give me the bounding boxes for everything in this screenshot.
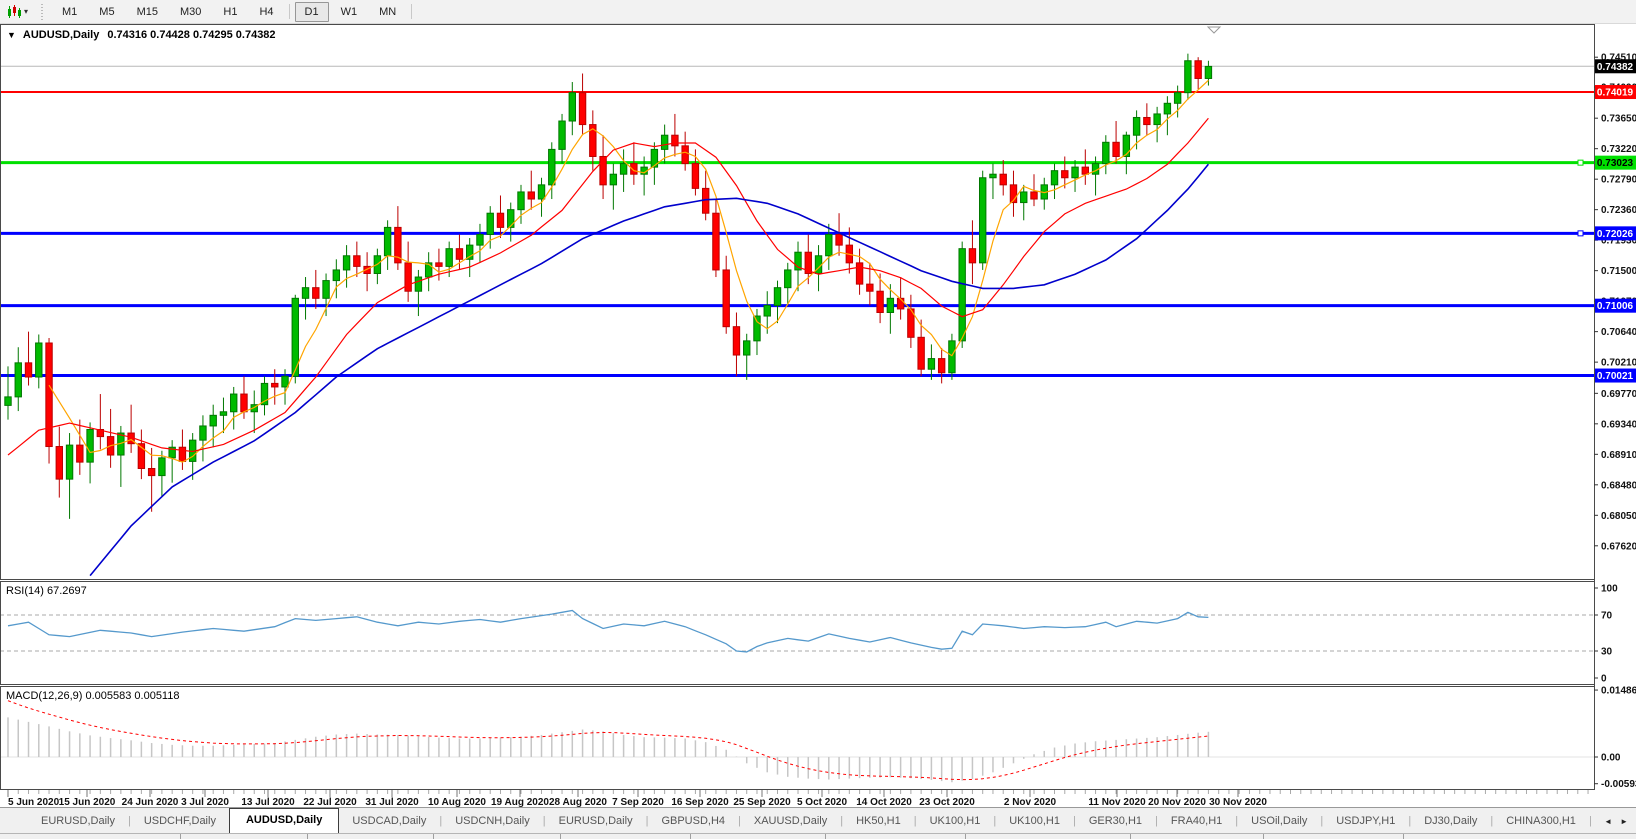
- tab-3-usdcad-daily[interactable]: USDCAD,Daily: [339, 810, 439, 833]
- svg-text:0.73220: 0.73220: [1601, 144, 1636, 155]
- svg-text:0.72790: 0.72790: [1601, 175, 1636, 186]
- rsi-label: RSI(14) 67.2697: [6, 585, 87, 597]
- timeframe-button-m30[interactable]: M30: [170, 2, 211, 22]
- price-badge: 0.71006: [1595, 298, 1636, 313]
- level-line-handle[interactable]: [1577, 159, 1584, 166]
- price-badge: 0.74382: [1595, 59, 1636, 74]
- collapse-triangle-icon[interactable]: ▼: [7, 30, 16, 40]
- price-chart-canvas[interactable]: 0.745100.740900.736500.732200.727900.723…: [0, 0, 1636, 838]
- tab-2-audusd-daily[interactable]: AUDUSD,Daily: [228, 808, 340, 833]
- chart-ohlc-values: 0.74316 0.74428 0.74295 0.74382: [107, 29, 276, 41]
- svg-text:0.71500: 0.71500: [1601, 266, 1636, 277]
- timeframe-button-m15[interactable]: M15: [127, 2, 168, 22]
- status-separator: [965, 834, 966, 839]
- svg-text:0.73650: 0.73650: [1601, 114, 1636, 125]
- level-line-handle[interactable]: [1577, 230, 1584, 237]
- svg-text:0.68050: 0.68050: [1601, 511, 1636, 522]
- tab-5-eurusd-daily[interactable]: EURUSD,Daily: [546, 810, 646, 833]
- status-separator: [1130, 834, 1131, 839]
- tab-13-usoil-daily[interactable]: USOil,Daily: [1238, 810, 1320, 833]
- time-axis: 5 Jun 2020 15 Jun 2020 24 Jun 2020 3 Jul 20…: [7, 790, 1589, 808]
- chart-title: ▼ AUDUSD,Daily 0.74316 0.74428 0.74295 0.7…: [7, 29, 276, 41]
- svg-text:0.73023: 0.73023: [1597, 158, 1634, 169]
- svg-text:0.74019: 0.74019: [1597, 88, 1634, 99]
- tab-15-dj30-daily[interactable]: DJ30,Daily: [1411, 810, 1490, 833]
- toolbar-separator: [288, 4, 290, 19]
- price-badge: 0.74019: [1595, 85, 1636, 100]
- tab-7-xauusd-daily[interactable]: XAUUSD,Daily: [741, 810, 840, 833]
- timeframe-button-m1[interactable]: M1: [52, 2, 87, 22]
- price-badge: 0.72026: [1595, 226, 1636, 241]
- status-bar: [0, 833, 1636, 839]
- tab-14-usdjpy-h1[interactable]: USDJPY,H1: [1323, 810, 1408, 833]
- svg-text:0.72360: 0.72360: [1601, 205, 1636, 216]
- candlestick-chart-icon: [8, 4, 21, 18]
- tab-1-usdchf-daily[interactable]: USDCHF,Daily: [131, 810, 229, 833]
- svg-text:0.69770: 0.69770: [1601, 389, 1636, 400]
- svg-text:0.68480: 0.68480: [1601, 480, 1636, 491]
- svg-text:0.014861: 0.014861: [1601, 686, 1636, 697]
- tab-8-hk50-h1[interactable]: HK50,H1: [843, 810, 914, 833]
- svg-text:30: 30: [1601, 647, 1613, 658]
- timeframe-button-d1[interactable]: D1: [294, 1, 329, 22]
- tab-4-usdcnh-daily[interactable]: USDCNH,Daily: [442, 810, 543, 833]
- svg-text:0: 0: [1601, 674, 1607, 685]
- svg-text:0.70210: 0.70210: [1601, 358, 1636, 369]
- status-separator: [433, 834, 434, 839]
- tab-scroll-right-icon[interactable]: ►: [1620, 817, 1628, 826]
- tab-scroll-left-icon[interactable]: ◄: [1604, 817, 1612, 826]
- price-badge: 0.73023: [1595, 155, 1636, 170]
- svg-text:100: 100: [1601, 584, 1618, 595]
- tab-16-china300-h1[interactable]: CHINA300,H1: [1493, 810, 1589, 833]
- status-separator: [180, 834, 181, 839]
- timeframe-toolbar: M1 M5 M15 M30 H1 H4 D1 W1 MN: [51, 0, 416, 23]
- chart-type-dropdown-button[interactable]: ▾: [3, 3, 32, 21]
- tab-scroll-arrows: ◄ ►: [1594, 809, 1636, 833]
- chart-tabbar: EURUSD,Daily | USDCHF,Daily AUDUSD,Daily USD…: [0, 807, 1636, 833]
- svg-text:0.00: 0.00: [1601, 753, 1621, 764]
- status-separator: [1263, 834, 1264, 839]
- tab-11-ger30-h1[interactable]: GER30,H1: [1076, 810, 1155, 833]
- timeframe-button-h1[interactable]: H1: [213, 2, 247, 22]
- svg-text:0.71006: 0.71006: [1597, 301, 1634, 312]
- svg-text:-0.00593: -0.00593: [1601, 779, 1636, 790]
- tab-0-eurusd-daily[interactable]: EURUSD,Daily: [28, 810, 128, 833]
- toolbar-drag-handle[interactable]: [40, 3, 46, 20]
- tab-6-gbpusd-h4[interactable]: GBPUSD,H4: [648, 810, 738, 833]
- timeframe-button-w1[interactable]: W1: [331, 2, 368, 22]
- timeframe-button-mn[interactable]: MN: [369, 2, 406, 22]
- status-separator: [307, 834, 308, 839]
- svg-text:0.70640: 0.70640: [1601, 327, 1636, 338]
- toolbar-separator: [411, 4, 413, 19]
- tab-12-fra40-h1[interactable]: FRA40,H1: [1158, 810, 1235, 833]
- dropdown-caret-icon: ▾: [24, 7, 29, 16]
- status-separator: [1403, 834, 1404, 839]
- macd-label: MACD(12,26,9) 0.005583 0.005118: [6, 690, 180, 702]
- svg-text:70: 70: [1601, 611, 1613, 622]
- svg-text:0.67620: 0.67620: [1601, 541, 1636, 552]
- timeframe-button-h4[interactable]: H4: [249, 2, 283, 22]
- svg-text:0.74382: 0.74382: [1597, 62, 1634, 73]
- toolbar: ▾ M1 M5 M15 M30 H1 H4 D1 W1 MN: [0, 0, 1636, 24]
- price-badge: 0.70021: [1595, 368, 1636, 383]
- svg-text:0.69340: 0.69340: [1601, 419, 1636, 430]
- tab-9-uk100-h1[interactable]: UK100,H1: [917, 810, 994, 833]
- timeframe-button-m5[interactable]: M5: [89, 2, 124, 22]
- status-separator: [690, 834, 691, 839]
- svg-text:0.72026: 0.72026: [1597, 229, 1634, 240]
- svg-text:0.70021: 0.70021: [1597, 371, 1634, 382]
- status-separator: [560, 834, 561, 839]
- status-separator: [825, 834, 826, 839]
- tab-10-uk100-h1[interactable]: UK100,H1: [996, 810, 1073, 833]
- chart-symbol-label: AUDUSD,Daily: [22, 29, 100, 41]
- svg-text:0.68910: 0.68910: [1601, 450, 1636, 461]
